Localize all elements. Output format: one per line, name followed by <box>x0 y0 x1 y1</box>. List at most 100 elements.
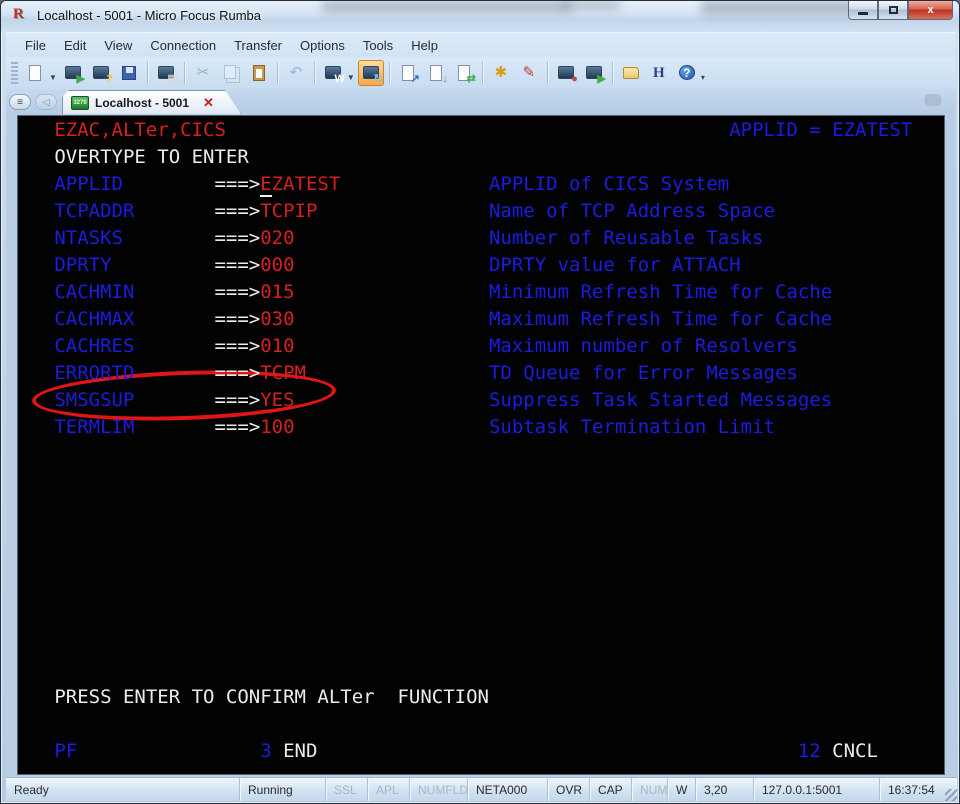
terminal-text: 000 <box>260 255 294 276</box>
save-icon <box>120 65 138 81</box>
copy-icon[interactable] <box>218 60 244 86</box>
terminal-text: PF <box>54 741 77 762</box>
hllapi-icon[interactable]: H <box>646 60 672 86</box>
save-icon[interactable] <box>116 60 142 86</box>
terminal-text: DPRTY <box>54 255 111 276</box>
toolbar-grip[interactable] <box>11 62 18 84</box>
status-ovr: OVR <box>548 778 590 801</box>
menu-file[interactable]: File <box>16 35 55 56</box>
minimize-icon <box>858 12 868 15</box>
undo-icon: ↶ <box>287 65 305 81</box>
terminal-text: 015 <box>260 282 294 303</box>
status-127-0-0-1-5001: 127.0.0.1:5001 <box>754 778 880 801</box>
terminal-text: EZAC,ALTer,CICS <box>54 120 226 141</box>
play-macro-icon[interactable]: ▶ <box>581 60 607 86</box>
transfer-file-icon[interactable]: ⇄ <box>451 60 477 86</box>
menu-tools[interactable]: Tools <box>354 35 402 56</box>
title-bar[interactable]: R Localhost - 5001 - Micro Focus Rumba x <box>1 1 960 31</box>
toolbar-separator <box>277 62 278 84</box>
close-icon: x <box>927 4 933 16</box>
toolbar-overflow-button[interactable]: ▾ <box>701 73 705 82</box>
status-cap: CAP <box>590 778 632 801</box>
sessions-menu-button[interactable]: ≡ <box>9 94 31 110</box>
terminal-text: NTASKS <box>54 228 123 249</box>
menu-transfer[interactable]: Transfer <box>225 35 291 56</box>
terminal-text: TD Queue for Error Messages <box>489 363 798 384</box>
rumba-app-icon: R <box>13 6 31 24</box>
print-screen-icon[interactable]: ▤ <box>153 60 179 86</box>
trace-icon[interactable] <box>618 60 644 86</box>
terminal-text: SMSGSUP <box>54 390 134 411</box>
open-session-icon[interactable]: ▶ <box>60 60 86 86</box>
toolbar-separator <box>314 62 315 84</box>
macro-pen-icon[interactable]: ✎ <box>516 60 542 86</box>
record-macro-icon: ● <box>557 65 575 81</box>
terminal-text: Subtask Termination Limit <box>489 417 775 438</box>
tab-localhost-5001[interactable]: 3270 Localhost - 5001 ✕ <box>62 90 241 114</box>
terminal-text: 12 <box>798 741 821 762</box>
terminal-frame: EZAC,ALTer,CICS APPLID = EZATEST OVERTYPE … <box>6 114 956 777</box>
new-session-icon[interactable] <box>22 60 48 86</box>
maximize-icon <box>889 6 898 14</box>
terminal-text: ===> <box>214 255 260 276</box>
menu-edit[interactable]: Edit <box>55 35 95 56</box>
new-session-icon-dropdown[interactable]: ▼ <box>49 73 57 82</box>
connect-icon[interactable]: ↻ <box>358 60 384 86</box>
word-export-icon-dropdown[interactable]: ▼ <box>347 73 355 82</box>
terminal-text: APPLID = EZATEST <box>729 120 912 141</box>
close-button[interactable]: x <box>908 1 953 20</box>
maximize-button[interactable] <box>878 1 908 20</box>
status-apl: APL <box>368 778 410 801</box>
connect-icon: ↻ <box>362 65 380 81</box>
settings-icon: ✱ <box>492 65 510 81</box>
session-wizard-icon[interactable]: ? <box>88 60 114 86</box>
macro-pen-icon: ✎ <box>520 65 538 81</box>
cut-icon[interactable]: ✂ <box>190 60 216 86</box>
terminal-text: Maximum Refresh Time for Cache <box>489 309 832 330</box>
word-export-icon[interactable]: W <box>320 60 346 86</box>
terminal-text: PRESS ENTER TO CONFIRM ALTer <box>54 687 374 708</box>
terminal-text: APPLID <box>54 174 123 195</box>
status-ssl: SSL <box>326 778 368 801</box>
terminal-text: ===> <box>214 309 260 330</box>
minimize-button[interactable] <box>848 1 878 20</box>
word-export-icon: W <box>324 65 342 81</box>
undo-icon[interactable]: ↶ <box>283 60 309 86</box>
nav-back-button[interactable]: ◁ <box>35 94 57 110</box>
tab-label: Localhost - 5001 <box>95 96 189 110</box>
terminal-text: OVERTYPE TO ENTER <box>54 147 248 168</box>
receive-file-icon[interactable]: ↓ <box>423 60 449 86</box>
settings-icon[interactable]: ✱ <box>488 60 514 86</box>
help-icon[interactable]: ? <box>674 60 700 86</box>
tab-close-icon[interactable]: ✕ <box>203 96 214 109</box>
status-neta000: NETA000 <box>468 778 548 801</box>
send-file-icon: ↗ <box>399 65 417 81</box>
status-num: NUM <box>632 778 668 801</box>
terminal-text: Suppress Task Started Messages <box>489 390 832 411</box>
copy-icon <box>222 65 240 81</box>
background-smudge <box>321 1 571 12</box>
terminal-screen[interactable]: EZAC,ALTer,CICS APPLID = EZATEST OVERTYPE … <box>17 115 945 775</box>
transfer-file-icon: ⇄ <box>455 65 473 81</box>
send-file-icon[interactable]: ↗ <box>395 60 421 86</box>
terminal-text: TCPM <box>260 363 306 384</box>
terminal-text: Name of TCP Address Space <box>489 201 775 222</box>
resize-grip[interactable] <box>945 789 957 801</box>
menu-connection[interactable]: Connection <box>141 35 225 56</box>
menu-help[interactable]: Help <box>402 35 447 56</box>
terminal-text: CACHRES <box>54 336 134 357</box>
trace-icon <box>622 65 640 81</box>
print-screen-icon: ▤ <box>157 65 175 81</box>
terminal-text: ===> <box>214 417 260 438</box>
menu-bar: FileEditViewConnectionTransferOptionsToo… <box>6 32 956 57</box>
terminal-text: ===> <box>214 201 260 222</box>
paste-icon[interactable] <box>246 60 272 86</box>
menu-view[interactable]: View <box>95 35 141 56</box>
menu-options[interactable]: Options <box>291 35 354 56</box>
toolbar-separator <box>482 62 483 84</box>
new-session-icon <box>26 65 44 81</box>
window-title: Localhost - 5001 - Micro Focus Rumba <box>37 8 261 23</box>
record-macro-icon[interactable]: ● <box>553 60 579 86</box>
receive-file-icon: ↓ <box>427 65 445 81</box>
background-smudge <box>701 1 861 14</box>
